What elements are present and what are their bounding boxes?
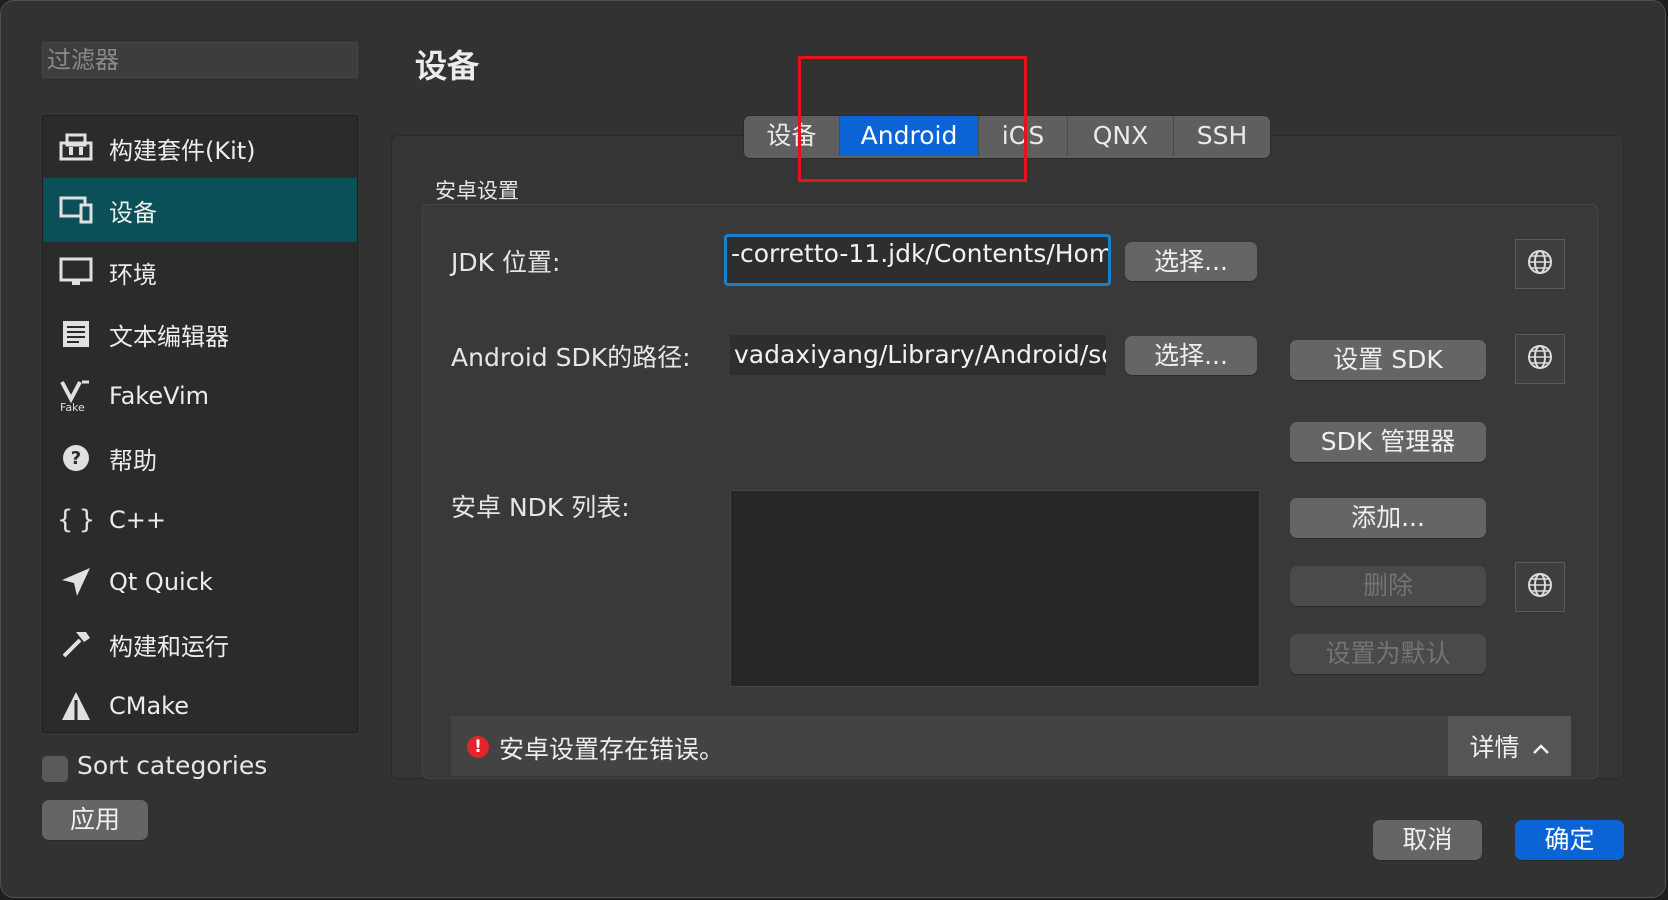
sidebar-item-devices[interactable]: 设备 <box>43 178 357 242</box>
globe-icon <box>1527 344 1553 374</box>
sidebar-item-label: 环境 <box>109 260 157 289</box>
setup-sdk-button[interactable]: 设置 SDK <box>1290 340 1486 380</box>
page-title: 设备 <box>415 47 480 85</box>
jdk-location-input[interactable]: -corretto-11.jdk/Contents/Home <box>724 234 1111 286</box>
sidebar-item-label: FakeVim <box>109 382 210 410</box>
filter-input[interactable]: 过滤器 <box>42 42 358 78</box>
preferences-window: 过滤器 构建套件(Kit) 设备 环境 文本编辑器 Fake FakeVim ?… <box>0 0 1666 898</box>
globe-icon <box>1527 249 1553 279</box>
sidebar-item-label: 帮助 <box>109 446 157 475</box>
sdk-choose-button[interactable]: 选择... <box>1125 336 1257 375</box>
tab-ssh[interactable]: SSH <box>1174 116 1270 156</box>
error-icon: ! <box>467 736 489 758</box>
paper-plane-icon <box>57 563 95 601</box>
set-default-ndk-button[interactable]: 设置为默认 <box>1290 634 1486 674</box>
cmake-icon <box>57 687 95 725</box>
ndk-globe-button[interactable] <box>1515 562 1565 612</box>
highlight-box <box>798 56 1027 182</box>
fakevim-icon: Fake <box>57 377 95 415</box>
sort-categories-label: Sort categories <box>77 751 268 780</box>
text-editor-icon <box>57 315 95 353</box>
hammer-icon <box>57 625 95 663</box>
ndk-list-label: 安卓 NDK 列表: <box>451 493 630 522</box>
tab-qnx[interactable]: QNX <box>1068 116 1174 156</box>
details-button[interactable]: 详情 <box>1448 716 1571 776</box>
jdk-location-label: JDK 位置: <box>451 248 561 277</box>
sidebar-item-build-run[interactable]: 构建和运行 <box>43 612 357 676</box>
jdk-globe-button[interactable] <box>1515 239 1565 289</box>
sidebar-item-label: 设备 <box>109 198 157 227</box>
remove-ndk-button[interactable]: 删除 <box>1290 566 1486 606</box>
sidebar-item-label: 构建套件(Kit) <box>109 136 256 165</box>
cancel-button[interactable]: 取消 <box>1373 820 1482 860</box>
category-list[interactable]: 构建套件(Kit) 设备 环境 文本编辑器 Fake FakeVim ? 帮助 … <box>42 115 358 733</box>
braces-icon: { } <box>56 505 96 535</box>
device-icon <box>57 191 95 229</box>
sidebar-item-help[interactable]: ? 帮助 <box>43 426 357 490</box>
apply-button[interactable]: 应用 <box>42 800 148 840</box>
kit-icon <box>57 129 95 167</box>
sidebar-item-label: CMake <box>109 692 189 720</box>
sidebar-item-label: C++ <box>109 506 166 534</box>
sidebar-item-text-editor[interactable]: 文本编辑器 <box>43 302 357 366</box>
sidebar-item-environment[interactable]: 环境 <box>43 240 357 304</box>
sidebar-item-label: 文本编辑器 <box>109 322 229 351</box>
svg-text:?: ? <box>71 448 81 469</box>
details-label: 详情 <box>1469 733 1520 762</box>
sidebar-item-cmake[interactable]: CMake <box>43 674 357 732</box>
jdk-choose-button[interactable]: 选择... <box>1125 242 1257 281</box>
sdk-globe-button[interactable] <box>1515 334 1565 384</box>
sidebar-item-label: 构建和运行 <box>109 632 229 661</box>
monitor-icon <box>57 253 95 291</box>
sidebar-item-label: Qt Quick <box>109 568 213 596</box>
sidebar-item-qt-quick[interactable]: Qt Quick <box>43 550 357 614</box>
error-message: 安卓设置存在错误。 <box>499 735 725 764</box>
ndk-list[interactable] <box>730 490 1260 687</box>
error-bar: ! 安卓设置存在错误。 详情 <box>451 716 1571 776</box>
help-icon: ? <box>57 439 95 477</box>
android-settings-title: 安卓设置 <box>435 179 519 203</box>
ok-button[interactable]: 确定 <box>1515 820 1624 860</box>
sdk-path-input[interactable]: vadaxiyang/Library/Android/sdk <box>730 335 1106 375</box>
add-ndk-button[interactable]: 添加... <box>1290 498 1486 538</box>
sort-categories-checkbox[interactable] <box>42 756 68 782</box>
globe-icon <box>1527 572 1553 602</box>
svg-text:Fake: Fake <box>60 401 85 413</box>
sdk-manager-button[interactable]: SDK 管理器 <box>1290 422 1486 462</box>
sdk-path-label: Android SDK的路径: <box>451 343 691 372</box>
chevron-up-icon <box>1532 732 1550 761</box>
sidebar-item-fakevim[interactable]: Fake FakeVim <box>43 364 357 428</box>
sidebar-item-kits[interactable]: 构建套件(Kit) <box>43 116 357 180</box>
sidebar-item-cpp[interactable]: { } C++ <box>43 488 357 552</box>
